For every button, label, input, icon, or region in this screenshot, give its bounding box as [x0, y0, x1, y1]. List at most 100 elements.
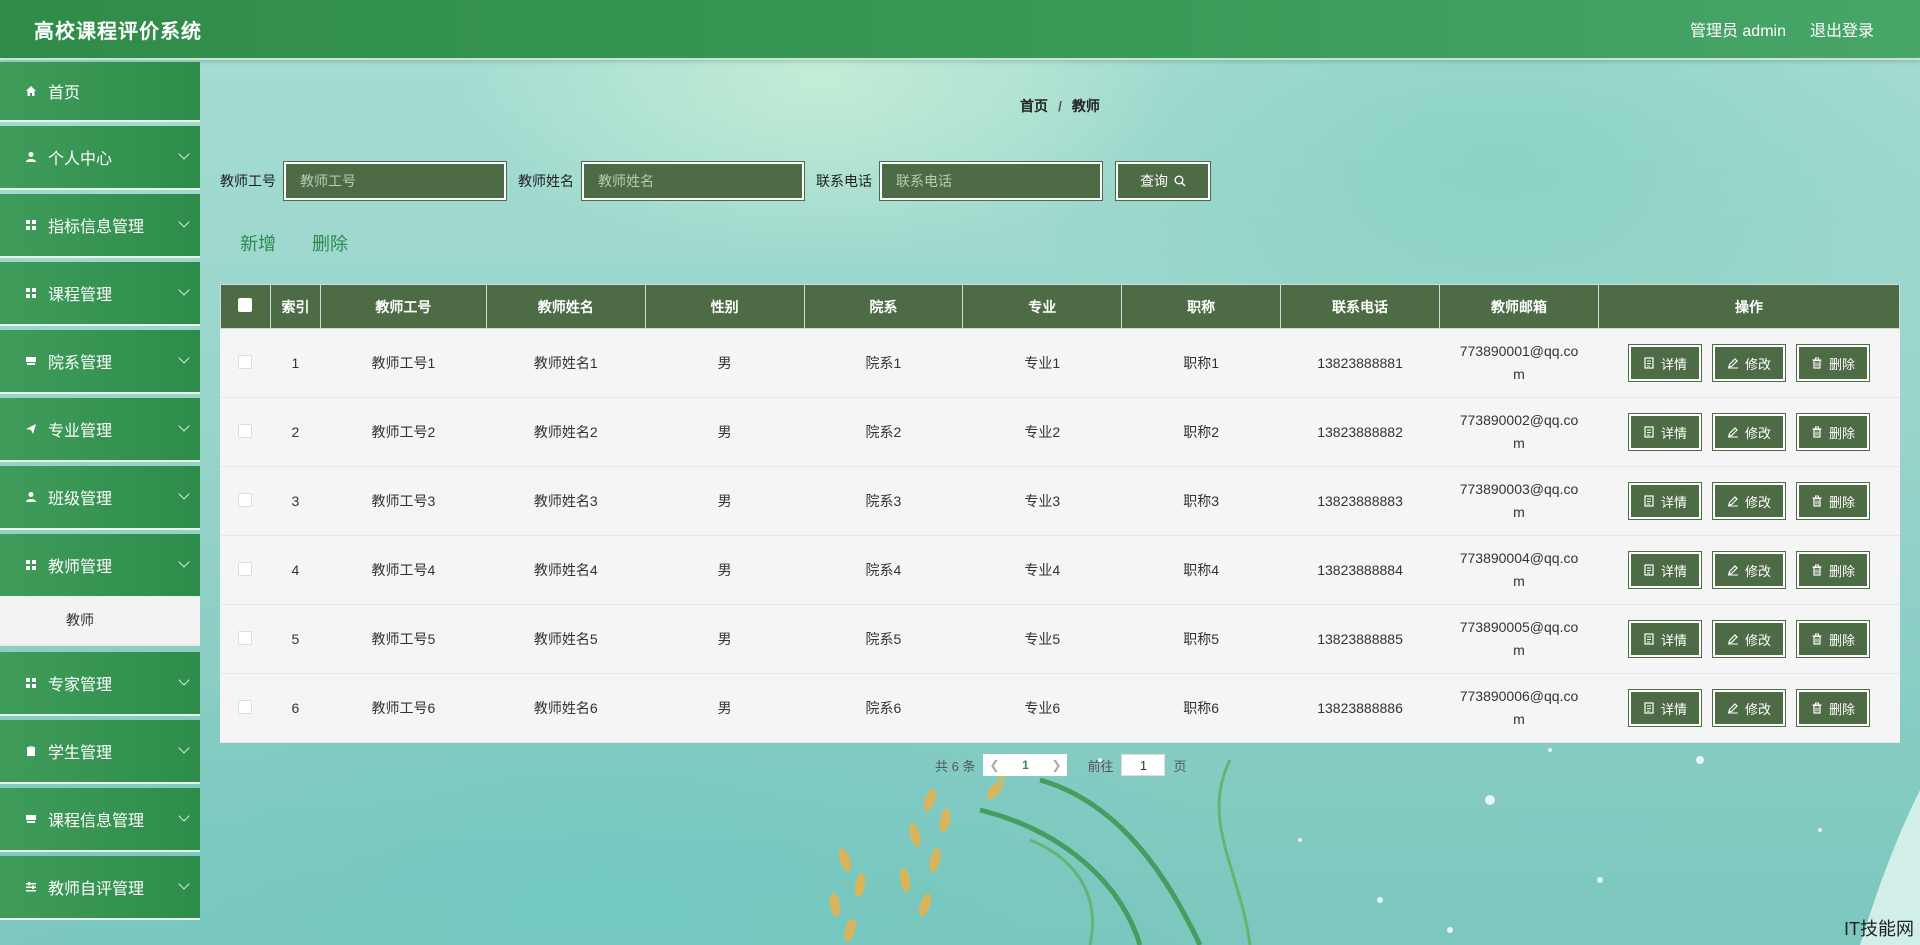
- phone-input[interactable]: [879, 161, 1103, 201]
- edit-button[interactable]: 修改: [1711, 551, 1787, 589]
- header-teacher-name: 教师姓名: [485, 284, 646, 329]
- row-checkbox[interactable]: [238, 561, 253, 576]
- cell-email: 773890003@qq.com: [1439, 466, 1599, 536]
- cell-operations: 详情 修改 删除: [1598, 673, 1900, 743]
- sidebar-item-course-info[interactable]: 课程信息管理: [0, 788, 200, 850]
- header-major: 专业: [962, 284, 1123, 329]
- sidebar-item-course[interactable]: 课程管理: [0, 262, 200, 324]
- detail-button[interactable]: 详情: [1627, 413, 1702, 451]
- edit-button[interactable]: 修改: [1711, 482, 1787, 520]
- cell-phone: 13823888883: [1280, 466, 1440, 536]
- grid-icon: [24, 286, 38, 300]
- sidebar-item-label: 班级管理: [48, 491, 113, 508]
- admin-user-label[interactable]: 管理员 admin: [1690, 17, 1786, 41]
- document-icon: [1644, 702, 1654, 714]
- cell-index: 5: [270, 604, 321, 674]
- delete-button[interactable]: 删除: [1795, 689, 1871, 727]
- breadcrumb-home[interactable]: 首页: [1020, 98, 1048, 114]
- edit-icon: [1727, 565, 1738, 576]
- cell-email: 773890005@qq.com: [1439, 604, 1599, 674]
- submenu-item-teacher[interactable]: 教师: [0, 596, 200, 646]
- detail-button[interactable]: 详情: [1627, 344, 1702, 382]
- edit-icon: [1727, 358, 1738, 369]
- trash-icon: [1812, 702, 1822, 714]
- detail-button[interactable]: 详情: [1627, 620, 1702, 658]
- delete-button[interactable]: 删除: [1795, 482, 1871, 520]
- detail-button[interactable]: 详情: [1627, 482, 1702, 520]
- cell-phone: 13823888884: [1280, 535, 1440, 605]
- detail-button[interactable]: 详情: [1627, 551, 1702, 589]
- sidebar-item-label: 首页: [48, 85, 81, 102]
- sidebar-item-teacher-self-eval[interactable]: 教师自评管理: [0, 856, 200, 918]
- logout-link[interactable]: 退出登录: [1810, 17, 1874, 41]
- edit-button[interactable]: 修改: [1711, 344, 1787, 382]
- edit-label: 修改: [1744, 425, 1771, 441]
- cell-operations: 详情 修改 删除: [1598, 604, 1900, 674]
- delete-button[interactable]: 删除: [1795, 413, 1871, 451]
- cell-gender: 男: [645, 673, 805, 743]
- cell-index: 4: [270, 535, 321, 605]
- email-text: 773890004@qq.com: [1459, 550, 1579, 589]
- row-checkbox[interactable]: [238, 492, 253, 507]
- chevron-down-icon: [178, 674, 190, 686]
- cell-department: 院系2: [804, 397, 963, 467]
- select-all-checkbox[interactable]: [238, 298, 253, 312]
- action-bar: 新增 删除: [240, 230, 348, 256]
- chevron-down-icon: [178, 878, 190, 890]
- batch-delete-button[interactable]: 删除: [312, 230, 348, 256]
- cell-index: 1: [270, 328, 321, 398]
- edit-button[interactable]: 修改: [1711, 620, 1787, 658]
- cell-teacher-name: 教师姓名2: [486, 397, 646, 467]
- detail-button[interactable]: 详情: [1627, 689, 1702, 727]
- next-page-icon[interactable]: ❯: [1045, 758, 1067, 772]
- table-row: 2 教师工号2 教师姓名2 男院系2 专业2 职称2 13823888882 77389000…: [220, 397, 1900, 467]
- cell-teacher-name: 教师姓名4: [486, 535, 646, 605]
- page-suffix: 页: [1173, 758, 1187, 774]
- sidebar-item-teacher[interactable]: 教师管理: [0, 534, 200, 596]
- cell-operations: 详情 修改 删除: [1598, 535, 1900, 605]
- sidebar-item-student[interactable]: 学生管理: [0, 720, 200, 782]
- delete-label: 删除: [1829, 563, 1856, 579]
- sidebar-item-expert[interactable]: 专家管理: [0, 652, 200, 714]
- goto-page-input[interactable]: 1: [1121, 754, 1166, 776]
- user-icon: [24, 150, 38, 164]
- row-checkbox[interactable]: [238, 423, 253, 438]
- sidebar-item-major[interactable]: 专业管理: [0, 398, 200, 460]
- sidebar-item-personal-center[interactable]: 个人中心: [0, 126, 200, 188]
- clipboard-icon: [24, 744, 38, 758]
- table-row: 6 教师工号6 教师姓名6 男院系6 专业6 职称6 13823888886 77389000…: [220, 673, 1900, 743]
- cell-teacher-no: 教师工号2: [320, 397, 487, 467]
- email-text: 773890005@qq.com: [1459, 619, 1579, 658]
- row-select-cell: [220, 328, 271, 398]
- row-checkbox[interactable]: [238, 630, 253, 645]
- edit-label: 修改: [1744, 701, 1771, 717]
- row-select-cell: [220, 466, 271, 536]
- sidebar-item-home[interactable]: 首页: [0, 62, 200, 120]
- sidebar-item-department[interactable]: 院系管理: [0, 330, 200, 392]
- row-checkbox[interactable]: [238, 354, 253, 369]
- teacher-no-input[interactable]: [283, 161, 507, 201]
- cell-email: 773890001@qq.com: [1439, 328, 1599, 398]
- query-button[interactable]: 查询: [1115, 161, 1211, 201]
- cell-gender: 男: [645, 397, 805, 467]
- cell-teacher-name: 教师姓名1: [486, 328, 646, 398]
- teacher-name-input[interactable]: [581, 161, 805, 201]
- cell-gender: 男: [645, 466, 805, 536]
- edit-button[interactable]: 修改: [1711, 689, 1787, 727]
- delete-button[interactable]: 删除: [1795, 620, 1871, 658]
- delete-button[interactable]: 删除: [1795, 551, 1871, 589]
- row-select-cell: [220, 535, 271, 605]
- sidebar-item-class[interactable]: 班级管理: [0, 466, 200, 528]
- delete-button[interactable]: 删除: [1795, 344, 1871, 382]
- row-checkbox[interactable]: [238, 699, 253, 714]
- cell-email: 773890002@qq.com: [1439, 397, 1599, 467]
- add-button[interactable]: 新增: [240, 230, 276, 256]
- edit-button[interactable]: 修改: [1711, 413, 1787, 451]
- teacher-no-label: 教师工号: [220, 173, 276, 189]
- teacher-table-wrapper: 索引 教师工号 教师姓名 性别 院系 专业 职称 联系电话 教师邮箱 操作 1教…: [220, 284, 1901, 743]
- select-all-header: [220, 284, 271, 329]
- grid-icon: [24, 676, 38, 690]
- prev-page-icon[interactable]: ❮: [983, 758, 1005, 772]
- sidebar-item-indicator[interactable]: 指标信息管理: [0, 194, 200, 256]
- current-page-number[interactable]: 1: [1005, 758, 1045, 772]
